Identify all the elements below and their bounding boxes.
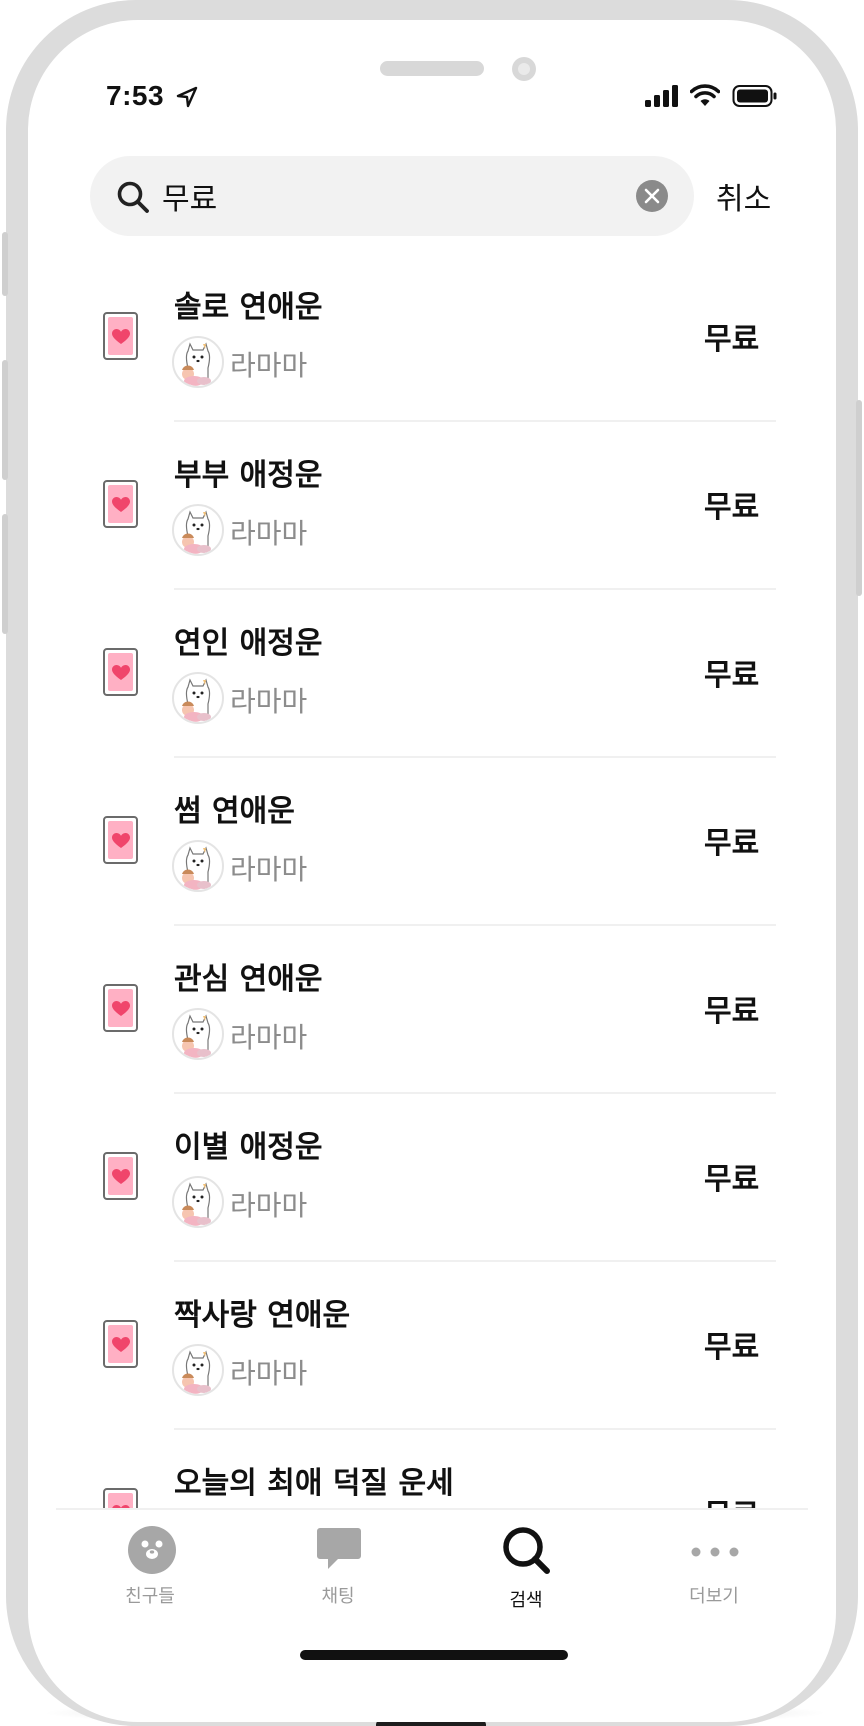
result-author: 라마마 bbox=[230, 349, 308, 382]
result-price: 무료 bbox=[704, 994, 760, 1029]
tab-search[interactable]: 검색 bbox=[432, 1510, 620, 1612]
heart-icon bbox=[112, 497, 130, 512]
result-price: 무료 bbox=[704, 658, 760, 693]
result-item[interactable]: 짝사랑 연애운 라마마 무료 bbox=[0, 1262, 864, 1430]
result-price: 무료 bbox=[704, 1162, 760, 1197]
speaker-grille bbox=[380, 61, 484, 76]
clear-search-icon[interactable] bbox=[636, 180, 668, 212]
search-input[interactable] bbox=[162, 170, 602, 222]
tab-chat[interactable]: 채팅 bbox=[244, 1510, 432, 1612]
author-avatar bbox=[172, 672, 224, 724]
result-price: 무료 bbox=[704, 1490, 759, 1510]
tarot-card-thumbnail bbox=[103, 648, 138, 696]
heart-icon bbox=[112, 833, 130, 848]
tab-label: 더보기 bbox=[689, 1586, 739, 1607]
cancel-button[interactable]: 취소 bbox=[716, 174, 771, 218]
result-title: 짝사랑 연애운 bbox=[174, 1298, 351, 1333]
result-price: 무료 bbox=[704, 1330, 760, 1365]
result-item[interactable]: 부부 애정운 라마마 무료 bbox=[0, 422, 864, 590]
result-author: 라마마 bbox=[230, 517, 308, 550]
result-title: 이별 애정운 bbox=[174, 1130, 323, 1165]
result-title: 썸 연애운 bbox=[174, 794, 295, 829]
author-avatar bbox=[172, 336, 224, 388]
author-avatar bbox=[172, 1008, 224, 1060]
result-title: 오늘의 최애 덕질 운세 bbox=[174, 1466, 454, 1501]
tarot-card-thumbnail bbox=[103, 1320, 138, 1368]
tab-friends[interactable]: 친구들 bbox=[56, 1510, 244, 1612]
status-indicators bbox=[644, 84, 778, 108]
result-author: 라마마 bbox=[230, 1189, 308, 1222]
tab-label: 검색 bbox=[509, 1590, 543, 1611]
result-item[interactable]: 썸 연애운 라마마 무료 bbox=[0, 758, 864, 926]
tab-label: 친구들 bbox=[125, 1586, 175, 1607]
wifi-icon bbox=[690, 84, 720, 106]
result-author: 라마마 bbox=[230, 1357, 308, 1390]
battery-icon bbox=[732, 85, 777, 107]
author-avatar bbox=[172, 1176, 224, 1228]
tarot-card-thumbnail bbox=[103, 480, 138, 528]
result-title: 솔로 연애운 bbox=[174, 290, 323, 325]
result-item[interactable]: 관심 연애운 라마마 무료 bbox=[0, 926, 864, 1094]
result-author: 라마마 bbox=[230, 853, 308, 886]
result-item[interactable]: 솔로 연애운 라마마 무료 bbox=[0, 254, 864, 422]
result-author: 라마마 bbox=[230, 685, 308, 718]
tab-label: 채팅 bbox=[321, 1586, 355, 1607]
result-author: 라마마 bbox=[230, 1021, 308, 1054]
author-avatar bbox=[172, 1344, 224, 1396]
result-price: 무료 bbox=[704, 322, 760, 357]
heart-icon bbox=[112, 1337, 130, 1352]
tarot-card-thumbnail bbox=[103, 984, 138, 1032]
search-bar[interactable] bbox=[90, 156, 694, 236]
tarot-card-thumbnail bbox=[103, 312, 138, 360]
result-title: 관심 연애운 bbox=[174, 962, 323, 997]
tab-more[interactable]: 더보기 bbox=[620, 1510, 808, 1612]
cellular-signal-icon bbox=[645, 85, 678, 107]
heart-icon bbox=[112, 1001, 130, 1016]
chat-bubble-icon bbox=[317, 1528, 361, 1569]
friends-icon bbox=[128, 1526, 176, 1574]
heart-icon bbox=[112, 329, 130, 344]
status-time: 7:53 bbox=[106, 80, 165, 111]
search-icon bbox=[117, 181, 149, 213]
more-dots-icon bbox=[691, 1547, 739, 1557]
front-camera bbox=[512, 57, 536, 81]
author-avatar bbox=[172, 504, 224, 556]
result-item[interactable]: 오늘의 최애 덕질 운세 라마마 무료 bbox=[0, 1430, 864, 1510]
bottom-tab-bar: 친구들 채팅 검색 더보기 bbox=[56, 1508, 808, 1612]
result-title: 부부 애정운 bbox=[174, 458, 323, 493]
home-indicator bbox=[300, 1650, 568, 1660]
tarot-card-thumbnail bbox=[103, 816, 138, 864]
author-avatar bbox=[172, 840, 224, 892]
tarot-card-thumbnail bbox=[103, 1152, 138, 1200]
result-title: 연인 애정운 bbox=[174, 626, 323, 661]
tarot-card-thumbnail bbox=[103, 1488, 138, 1510]
location-arrow-icon bbox=[176, 86, 198, 108]
result-item[interactable]: 연인 애정운 라마마 무료 bbox=[0, 590, 864, 758]
result-item[interactable]: 이별 애정운 라마마 무료 bbox=[0, 1094, 864, 1262]
heart-icon bbox=[112, 1169, 130, 1184]
search-icon bbox=[503, 1527, 550, 1574]
search-results-list: 솔로 연애운 라마마 무료 부부 애정운 라마마 무료 연인 애정운 라마마 무… bbox=[0, 254, 864, 1510]
result-price: 무료 bbox=[704, 826, 760, 861]
heart-icon bbox=[112, 665, 130, 680]
result-price: 무료 bbox=[704, 490, 760, 525]
